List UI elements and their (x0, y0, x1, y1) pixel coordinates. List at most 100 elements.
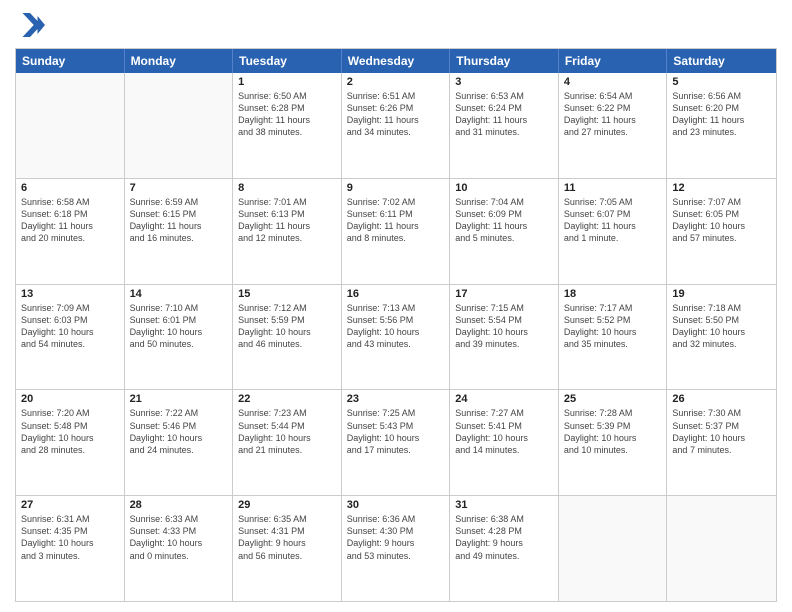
day-info: Sunrise: 7:02 AM Sunset: 6:11 PM Dayligh… (347, 196, 445, 245)
week-row-2: 6 Sunrise: 6:58 AM Sunset: 6:18 PM Daylig… (16, 178, 776, 284)
day-info: Sunrise: 7:04 AM Sunset: 6:09 PM Dayligh… (455, 196, 553, 245)
day-number: 2 (347, 76, 445, 88)
day-cell: 22 Sunrise: 7:23 AM Sunset: 5:44 PM Dayli… (233, 390, 342, 495)
day-header-thursday: Thursday (450, 49, 559, 73)
day-number: 18 (564, 288, 662, 300)
day-info: Sunrise: 7:07 AM Sunset: 6:05 PM Dayligh… (672, 196, 771, 245)
day-number: 28 (130, 499, 228, 511)
day-number: 13 (21, 288, 119, 300)
day-number: 6 (21, 182, 119, 194)
day-header-saturday: Saturday (667, 49, 776, 73)
day-info: Sunrise: 7:18 AM Sunset: 5:50 PM Dayligh… (672, 302, 771, 351)
day-number: 29 (238, 499, 336, 511)
day-cell: 8Sunrise: 7:01 AM Sunset: 6:13 PM Daylig… (233, 179, 342, 284)
day-cell (16, 73, 125, 178)
week-row-3: 13 Sunrise: 7:09 AM Sunset: 6:03 PM Dayli… (16, 284, 776, 390)
day-number: 7 (130, 182, 228, 194)
day-number: 22 (238, 393, 336, 405)
day-number: 9 (347, 182, 445, 194)
day-number: 24 (455, 393, 553, 405)
week-row-1: 1 Sunrise: 6:50 AM Sunset: 6:28 PM Daylig… (16, 73, 776, 178)
day-info: Sunrise: 6:38 AM Sunset: 4:28 PM Dayligh… (455, 513, 553, 562)
day-number: 26 (672, 393, 771, 405)
day-number: 4 (564, 76, 662, 88)
day-info: Sunrise: 6:35 AM Sunset: 4:31 PM Dayligh… (238, 513, 336, 562)
day-number: 16 (347, 288, 445, 300)
day-info: Sunrise: 7:30 AM Sunset: 5:37 PM Dayligh… (672, 407, 771, 456)
day-number: 10 (455, 182, 553, 194)
day-info: Sunrise: 6:54 AM Sunset: 6:22 PM Dayligh… (564, 90, 662, 139)
day-cell: 20 Sunrise: 7:20 AM Sunset: 5:48 PM Dayli… (16, 390, 125, 495)
day-cell: 31 Sunrise: 6:38 AM Sunset: 4:28 PM Dayli… (450, 496, 559, 601)
day-info: Sunrise: 6:33 AM Sunset: 4:33 PM Dayligh… (130, 513, 228, 562)
day-number: 19 (672, 288, 771, 300)
day-header-tuesday: Tuesday (233, 49, 342, 73)
day-number: 25 (564, 393, 662, 405)
day-info: Sunrise: 6:36 AM Sunset: 4:30 PM Dayligh… (347, 513, 445, 562)
header (15, 10, 777, 40)
day-number: 31 (455, 499, 553, 511)
day-cell: 27Sunrise: 6:31 AM Sunset: 4:35 PM Dayli… (16, 496, 125, 601)
day-header-friday: Friday (559, 49, 668, 73)
day-info: Sunrise: 6:51 AM Sunset: 6:26 PM Dayligh… (347, 90, 445, 139)
day-info: Sunrise: 7:20 AM Sunset: 5:48 PM Dayligh… (21, 407, 119, 456)
day-info: Sunrise: 7:22 AM Sunset: 5:46 PM Dayligh… (130, 407, 228, 456)
day-number: 5 (672, 76, 771, 88)
day-info: Sunrise: 7:10 AM Sunset: 6:01 PM Dayligh… (130, 302, 228, 351)
day-number: 23 (347, 393, 445, 405)
day-header-sunday: Sunday (16, 49, 125, 73)
day-cell: 25 Sunrise: 7:28 AM Sunset: 5:39 PM Dayli… (559, 390, 668, 495)
day-number: 15 (238, 288, 336, 300)
day-cell: 1 Sunrise: 6:50 AM Sunset: 6:28 PM Daylig… (233, 73, 342, 178)
day-info: Sunrise: 6:56 AM Sunset: 6:20 PM Dayligh… (672, 90, 771, 139)
day-info: Sunrise: 7:15 AM Sunset: 5:54 PM Dayligh… (455, 302, 553, 351)
page: SundayMondayTuesdayWednesdayThursdayFrid… (0, 0, 792, 612)
day-info: Sunrise: 6:31 AM Sunset: 4:35 PM Dayligh… (21, 513, 119, 562)
day-info: Sunrise: 6:53 AM Sunset: 6:24 PM Dayligh… (455, 90, 553, 139)
day-cell: 15 Sunrise: 7:12 AM Sunset: 5:59 PM Dayli… (233, 285, 342, 390)
day-cell: 29 Sunrise: 6:35 AM Sunset: 4:31 PM Dayli… (233, 496, 342, 601)
day-cell: 12 Sunrise: 7:07 AM Sunset: 6:05 PM Dayli… (667, 179, 776, 284)
logo-icon (15, 10, 45, 40)
day-info: Sunrise: 6:59 AM Sunset: 6:15 PM Dayligh… (130, 196, 228, 245)
day-number: 14 (130, 288, 228, 300)
day-cell (559, 496, 668, 601)
weeks: 1 Sunrise: 6:50 AM Sunset: 6:28 PM Daylig… (16, 73, 776, 601)
day-number: 11 (564, 182, 662, 194)
day-cell: 2 Sunrise: 6:51 AM Sunset: 6:26 PM Daylig… (342, 73, 451, 178)
day-info: Sunrise: 7:27 AM Sunset: 5:41 PM Dayligh… (455, 407, 553, 456)
day-cell: 28 Sunrise: 6:33 AM Sunset: 4:33 PM Dayli… (125, 496, 234, 601)
day-number: 17 (455, 288, 553, 300)
day-info: Sunrise: 7:23 AM Sunset: 5:44 PM Dayligh… (238, 407, 336, 456)
day-info: Sunrise: 7:09 AM Sunset: 6:03 PM Dayligh… (21, 302, 119, 351)
day-cell: 16 Sunrise: 7:13 AM Sunset: 5:56 PM Dayli… (342, 285, 451, 390)
calendar: SundayMondayTuesdayWednesdayThursdayFrid… (15, 48, 777, 602)
day-cell: 13 Sunrise: 7:09 AM Sunset: 6:03 PM Dayli… (16, 285, 125, 390)
day-cell (125, 73, 234, 178)
day-info: Sunrise: 7:05 AM Sunset: 6:07 PM Dayligh… (564, 196, 662, 245)
day-info: Sunrise: 7:28 AM Sunset: 5:39 PM Dayligh… (564, 407, 662, 456)
day-info: Sunrise: 7:17 AM Sunset: 5:52 PM Dayligh… (564, 302, 662, 351)
day-number: 3 (455, 76, 553, 88)
day-cell: 19 Sunrise: 7:18 AM Sunset: 5:50 PM Dayli… (667, 285, 776, 390)
day-cell: 6 Sunrise: 6:58 AM Sunset: 6:18 PM Daylig… (16, 179, 125, 284)
day-info: Sunrise: 7:12 AM Sunset: 5:59 PM Dayligh… (238, 302, 336, 351)
day-cell (667, 496, 776, 601)
day-info: Sunrise: 7:25 AM Sunset: 5:43 PM Dayligh… (347, 407, 445, 456)
day-number: 30 (347, 499, 445, 511)
day-info: Sunrise: 7:13 AM Sunset: 5:56 PM Dayligh… (347, 302, 445, 351)
day-cell: 5 Sunrise: 6:56 AM Sunset: 6:20 PM Daylig… (667, 73, 776, 178)
day-cell: 17 Sunrise: 7:15 AM Sunset: 5:54 PM Dayli… (450, 285, 559, 390)
day-cell: 26 Sunrise: 7:30 AM Sunset: 5:37 PM Dayli… (667, 390, 776, 495)
day-cell: 3 Sunrise: 6:53 AM Sunset: 6:24 PM Daylig… (450, 73, 559, 178)
day-number: 20 (21, 393, 119, 405)
day-cell: 18 Sunrise: 7:17 AM Sunset: 5:52 PM Dayli… (559, 285, 668, 390)
day-number: 12 (672, 182, 771, 194)
day-info: Sunrise: 6:58 AM Sunset: 6:18 PM Dayligh… (21, 196, 119, 245)
day-info: Sunrise: 6:50 AM Sunset: 6:28 PM Dayligh… (238, 90, 336, 139)
day-cell: 9 Sunrise: 7:02 AM Sunset: 6:11 PM Daylig… (342, 179, 451, 284)
day-cell: 10 Sunrise: 7:04 AM Sunset: 6:09 PM Dayli… (450, 179, 559, 284)
day-number: 1 (238, 76, 336, 88)
day-cell: 23 Sunrise: 7:25 AM Sunset: 5:43 PM Dayli… (342, 390, 451, 495)
day-cell: 4 Sunrise: 6:54 AM Sunset: 6:22 PM Daylig… (559, 73, 668, 178)
